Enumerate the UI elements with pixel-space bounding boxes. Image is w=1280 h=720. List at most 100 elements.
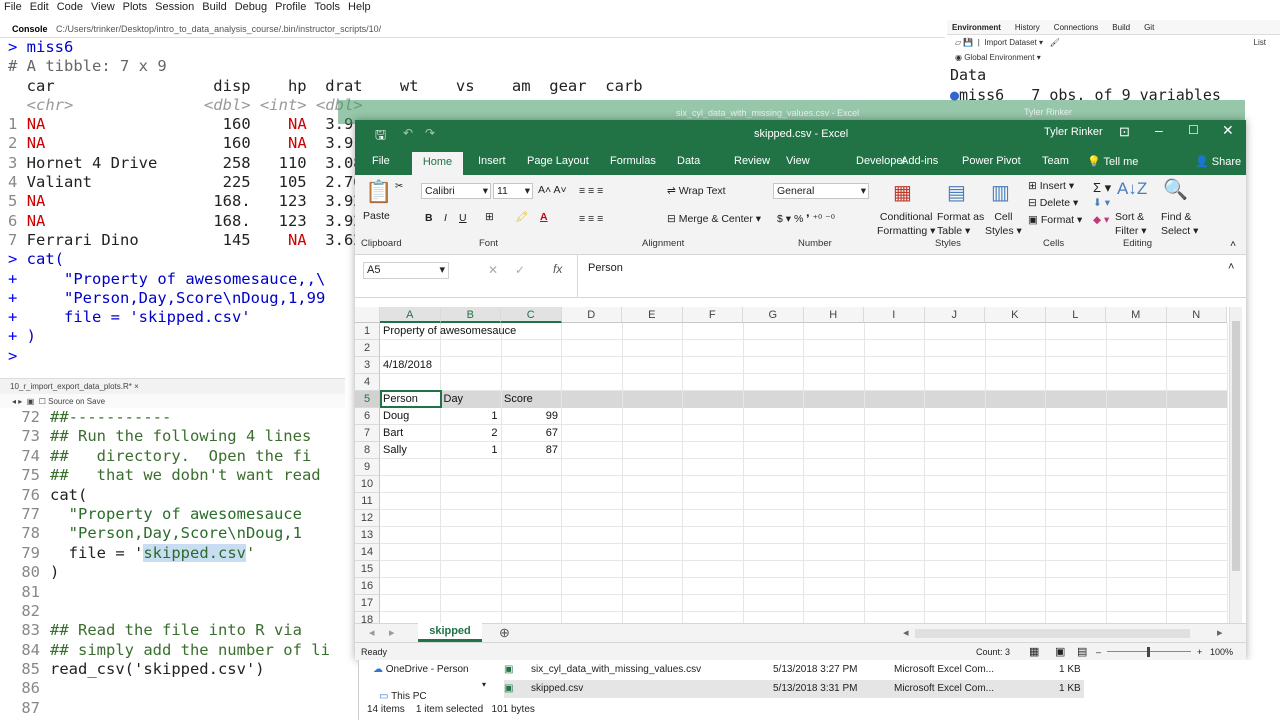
- tab-page-layout[interactable]: Page Layout: [527, 155, 589, 167]
- maximize-icon[interactable]: ☐: [1188, 123, 1199, 137]
- editor-line[interactable]: 84 ## simply add the number of li: [0, 641, 345, 660]
- cancel-entry-icon[interactable]: ✕: [488, 263, 498, 277]
- menu-profile[interactable]: Profile: [275, 0, 306, 16]
- formula-input[interactable]: Person: [577, 255, 1237, 298]
- tab-environment[interactable]: Environment: [952, 20, 1001, 34]
- editor-line[interactable]: 85 read_csv('skipped.csv'): [0, 660, 345, 679]
- font-size-select[interactable]: 11 ▾: [493, 183, 533, 199]
- insert-function-icon[interactable]: fx: [553, 262, 562, 276]
- share-button[interactable]: 👤 Share: [1195, 155, 1241, 168]
- bold-button[interactable]: B: [425, 212, 433, 224]
- menu-plots[interactable]: Plots: [123, 0, 147, 16]
- row-header-10[interactable]: 10: [355, 476, 380, 493]
- code-editor[interactable]: 72 ##----------- 73 ## Run the following 4 …: [0, 408, 345, 720]
- tab-formulas[interactable]: Formulas: [610, 155, 656, 167]
- cell-styles-button[interactable]: Cell Styles ▾: [985, 210, 1022, 238]
- confirm-entry-icon[interactable]: ✓: [515, 263, 525, 277]
- cell-C6[interactable]: 99: [501, 408, 561, 425]
- tab-review[interactable]: Review: [734, 155, 770, 167]
- tab-add-ins[interactable]: Add-ins: [901, 155, 938, 167]
- row-header-11[interactable]: 11: [355, 493, 380, 510]
- menu-view[interactable]: View: [91, 0, 115, 16]
- zoom-in-icon[interactable]: +: [1197, 643, 1202, 661]
- row-header-9[interactable]: 9: [355, 459, 380, 476]
- column-header-K[interactable]: K: [985, 307, 1046, 323]
- cell-C7[interactable]: 67: [501, 425, 561, 442]
- nav-expand-icon[interactable]: ▾: [482, 680, 486, 689]
- menu-build[interactable]: Build: [202, 0, 226, 16]
- format-as-table-icon[interactable]: ▤: [947, 180, 966, 205]
- fill-icon[interactable]: ⬇ ▾: [1093, 197, 1110, 209]
- clear-icon[interactable]: ◆ ▾: [1093, 214, 1109, 226]
- file-row[interactable]: ▣ skipped.csv 5/13/2018 3:31 PM Microsoft …: [504, 680, 1084, 698]
- row-header-13[interactable]: 13: [355, 527, 380, 544]
- add-sheet-icon[interactable]: ⊕: [499, 625, 510, 641]
- menu-edit[interactable]: Edit: [30, 0, 49, 16]
- row-header-16[interactable]: 16: [355, 578, 380, 595]
- editor-line[interactable]: 87: [0, 699, 345, 718]
- font-color-icon[interactable]: A: [540, 211, 548, 223]
- cell-C8[interactable]: 87: [501, 442, 561, 459]
- column-header-H[interactable]: H: [803, 307, 864, 323]
- cut-icon[interactable]: ✂: [395, 181, 403, 192]
- list-view-button[interactable]: List: [1254, 35, 1266, 50]
- row-header-2[interactable]: 2: [355, 340, 380, 357]
- editor-line[interactable]: 73 ## Run the following 4 lines: [0, 427, 345, 446]
- menu-file[interactable]: File: [4, 0, 22, 16]
- tab-view[interactable]: View: [786, 155, 810, 167]
- expand-formula-icon[interactable]: ˄: [1228, 261, 1234, 273]
- zoom-level[interactable]: 100%: [1210, 643, 1233, 661]
- editor-line[interactable]: 72 ##-----------: [0, 408, 345, 427]
- vertical-scrollbar-thumb[interactable]: [1232, 321, 1240, 571]
- borders-icon[interactable]: ⊞: [485, 211, 494, 223]
- tab-history[interactable]: History: [1015, 20, 1040, 34]
- column-header-D[interactable]: D: [561, 307, 622, 323]
- italic-button[interactable]: I: [444, 212, 447, 224]
- currency-percent-icons[interactable]: $ ▾ % ❜ ⁺⁰ ⁻⁰: [777, 213, 835, 225]
- paste-icon[interactable]: 📋: [365, 179, 392, 205]
- format-cells-button[interactable]: ▣ Format ▾: [1028, 214, 1082, 226]
- sheet-nav-prev-icon[interactable]: ◂: [369, 626, 375, 639]
- row-header-7[interactable]: 7: [355, 425, 380, 442]
- row-header-3[interactable]: 3: [355, 357, 380, 374]
- nav-onedrive[interactable]: ☁ OneDrive - Person: [373, 661, 469, 679]
- import-dataset-button[interactable]: Import Dataset: [984, 38, 1036, 47]
- grow-font-icon[interactable]: A˄ A˅: [538, 184, 567, 196]
- cell-A3[interactable]: 4/18/2018: [380, 357, 440, 374]
- font-name-select[interactable]: Calibri ▾: [421, 183, 491, 199]
- column-header-C[interactable]: C: [501, 307, 562, 323]
- row-header-1[interactable]: 1: [355, 323, 380, 340]
- menu-help[interactable]: Help: [348, 0, 371, 16]
- autosum-icon[interactable]: Σ ▾: [1093, 180, 1111, 196]
- ribbon-display-icon[interactable]: ⊡: [1119, 124, 1130, 140]
- row-header-12[interactable]: 12: [355, 510, 380, 527]
- source-on-save-label[interactable]: Source on Save: [48, 397, 105, 406]
- collapse-ribbon-icon[interactable]: ˄: [1230, 238, 1236, 250]
- view-normal-icon[interactable]: ▦: [1029, 643, 1039, 661]
- column-header-J[interactable]: J: [924, 307, 985, 323]
- delete-cells-button[interactable]: ⊟ Delete ▾: [1028, 197, 1078, 209]
- hscroll-right-icon[interactable]: ▸: [1217, 626, 1223, 639]
- find-select-icon[interactable]: 🔍: [1163, 177, 1188, 202]
- tab-git[interactable]: Git: [1144, 20, 1154, 34]
- paste-button[interactable]: Paste: [363, 210, 390, 222]
- tab-connections[interactable]: Connections: [1054, 20, 1098, 34]
- column-header-G[interactable]: G: [743, 307, 804, 323]
- editor-tab[interactable]: 10_r_import_export_data_plots.R* ×: [0, 378, 345, 394]
- cell-B8[interactable]: 1: [441, 442, 501, 459]
- align-top-icon[interactable]: ≡ ≡ ≡: [579, 185, 603, 197]
- zoom-slider-thumb[interactable]: [1147, 647, 1150, 657]
- tab-data[interactable]: Data: [677, 155, 700, 167]
- grid-corner[interactable]: [355, 307, 380, 323]
- tab-power-pivot[interactable]: Power Pivot: [962, 155, 1021, 167]
- user-name[interactable]: Tyler Rinker: [1044, 126, 1103, 138]
- minimize-icon[interactable]: –: [1155, 122, 1163, 138]
- column-header-A[interactable]: A: [380, 307, 441, 323]
- editor-line[interactable]: 86: [0, 679, 345, 698]
- conditional-formatting-button[interactable]: Conditional Formatting ▾: [877, 210, 935, 238]
- menu-tools[interactable]: Tools: [314, 0, 340, 16]
- find-select-button[interactable]: Find & Select ▾: [1161, 210, 1198, 238]
- view-page-break-icon[interactable]: ▤: [1077, 643, 1087, 661]
- editor-line[interactable]: 77 "Property of awesomesauce: [0, 505, 345, 524]
- column-header-N[interactable]: N: [1166, 307, 1227, 323]
